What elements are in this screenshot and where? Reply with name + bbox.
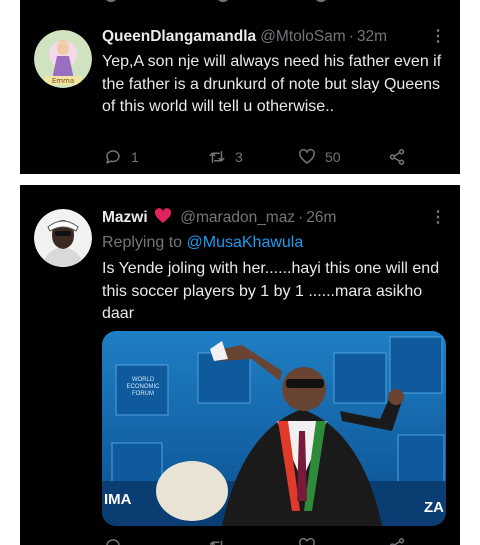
reply-button[interactable] <box>104 535 131 545</box>
tweet-header: QueenDlangamandla @MtoloSam · 32m ⋮ <box>102 26 446 48</box>
heart-icon <box>299 537 315 545</box>
tweet-actions <box>102 535 430 545</box>
separator-dot: · <box>348 28 354 45</box>
display-name[interactable]: QueenDlangamandla <box>102 28 256 45</box>
share-button[interactable] <box>388 146 415 168</box>
retweet-count: 3 <box>235 149 243 165</box>
retweet-button[interactable] <box>208 535 235 545</box>
reply-count: 1 <box>131 149 139 165</box>
heart-icon <box>299 148 315 164</box>
tweet-actions: 1 3 50 <box>102 146 430 168</box>
previous-tweet-actions <box>20 0 460 8</box>
user-handle[interactable]: @MtoloSam <box>260 28 346 45</box>
avatar-image <box>34 209 92 267</box>
timestamp[interactable]: 32m <box>357 28 387 45</box>
tweet-text: Is Yende joling with her......hayi this … <box>102 260 440 322</box>
tweet-card[interactable]: Mazwi @maradon_maz · 26m ⋮ Replying to @Mu… <box>20 185 460 545</box>
share-icon <box>389 149 405 165</box>
replying-to-line: Replying to @MusaKhawula <box>102 232 303 254</box>
retweet-icon <box>209 151 225 163</box>
timestamp[interactable]: 26m <box>306 209 336 226</box>
tweet-card[interactable]: Emma QueenDlangamandla @MtoloSam · 32m ⋮ Ye… <box>20 0 460 174</box>
reply-icon <box>106 539 120 545</box>
tweet-media[interactable]: IMA ZA WORLD ECONOMIC FORUM <box>102 331 446 526</box>
more-options-icon[interactable]: ⋮ <box>430 207 446 229</box>
avatar[interactable] <box>34 209 92 267</box>
replying-to-handle[interactable]: @MusaKhawula <box>187 234 304 251</box>
avatar-image: Emma <box>34 30 92 88</box>
tweet-header: Mazwi @maradon_maz · 26m ⋮ <box>102 207 446 229</box>
avatar-caption: Emma <box>52 77 74 85</box>
separator-dot: · <box>298 209 304 226</box>
display-name[interactable]: Mazwi <box>102 209 148 226</box>
share-button[interactable] <box>388 535 415 545</box>
more-options-icon[interactable]: ⋮ <box>430 26 446 48</box>
like-button[interactable] <box>298 535 325 545</box>
media-corner-text-right: ZA <box>424 499 444 516</box>
heart-bird-emoji-icon <box>154 208 172 223</box>
like-button[interactable]: 50 <box>298 146 341 168</box>
user-handle[interactable]: @maradon_maz <box>180 209 295 226</box>
backdrop-logo-text: WORLD ECONOMIC FORUM <box>126 377 160 397</box>
reply-icon <box>106 150 120 164</box>
retweet-button[interactable]: 3 <box>208 146 243 168</box>
retweet-icon <box>209 540 223 545</box>
media-corner-text-left: IMA <box>104 491 132 508</box>
share-icon <box>389 538 405 545</box>
like-count: 50 <box>325 149 341 165</box>
photo-image <box>102 331 446 526</box>
replying-to-label: Replying to <box>102 234 183 251</box>
reply-button[interactable]: 1 <box>104 146 139 168</box>
tweet-text: Yep,A son nje will always need his fathe… <box>102 53 442 115</box>
avatar[interactable]: Emma <box>34 30 92 88</box>
